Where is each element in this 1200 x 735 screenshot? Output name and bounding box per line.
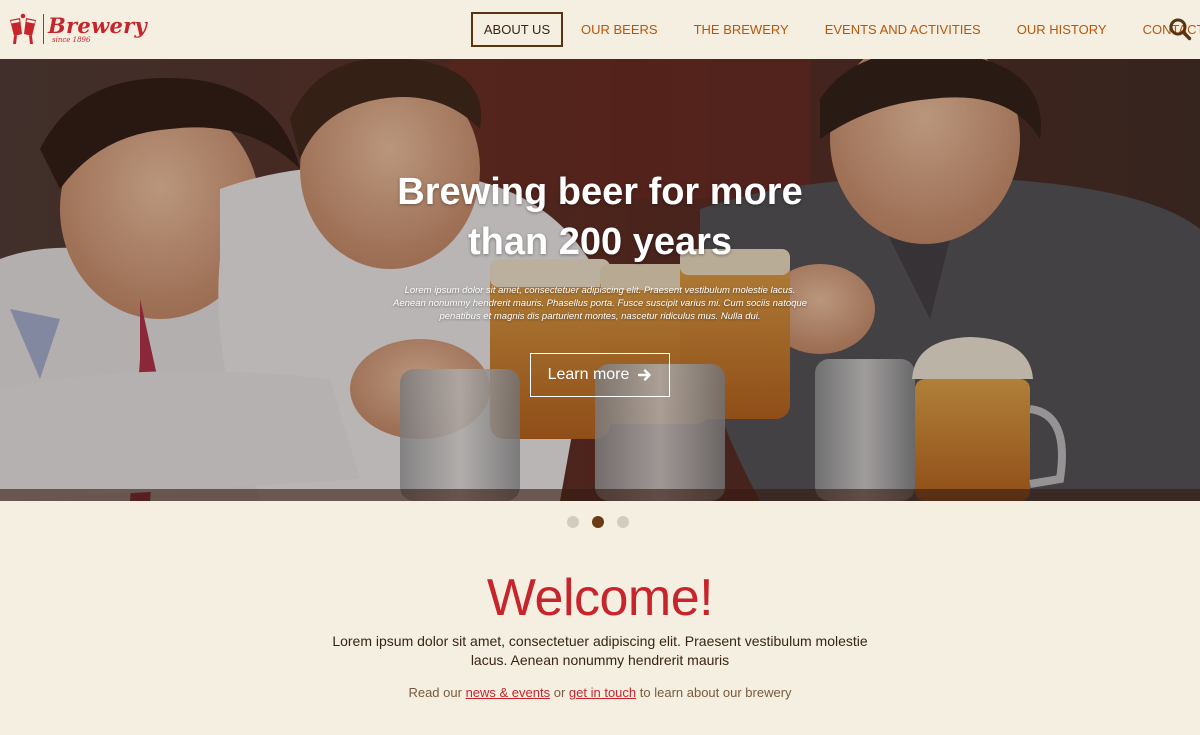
nav-item-our-history[interactable]: OUR HISTORY [999,12,1125,47]
hero-title: Brewing beer for more than 200 years [350,167,850,267]
slider-dot-3[interactable] [617,516,629,528]
hero-overlay [0,59,1200,501]
arrow-right-icon [638,369,652,381]
nav-item-the-brewery[interactable]: THE BREWERY [676,12,807,47]
hero-title-line-1: Brewing beer for more [397,171,803,213]
learn-more-button[interactable]: Learn more [530,353,670,397]
news-events-link[interactable]: news & events [466,685,551,700]
links-middle: or [553,685,566,700]
slider-dot-1[interactable] [567,516,579,528]
nav-item-our-beers[interactable]: OUR BEERS [563,12,676,47]
brand-logo[interactable]: Brewery since 1896 [8,10,158,48]
hero-title-line-2: than 200 years [467,221,733,263]
logo-divider [43,14,44,44]
learn-more-label: Learn more [547,366,630,383]
nav-item-about-us[interactable]: ABOUT US [471,12,563,47]
nav-item-events-and-activities[interactable]: EVENTS AND ACTIVITIES [807,12,999,47]
links-prefix: Read our [408,685,462,700]
brand-name: Brewery [48,12,147,38]
slider-dot-2[interactable] [592,516,604,528]
main-nav: ABOUT US OUR BEERS THE BREWERY EVENTS AN… [471,12,1200,47]
hero-slider: Brewing beer for more than 200 years Lor… [0,59,1200,501]
brewery-logo-icon [10,13,36,44]
links-suffix: to learn about our brewery [639,685,792,700]
welcome-text: Lorem ipsum dolor sit amet, consectetuer… [332,633,868,668]
logo-text: Brewery since 1896 [48,15,147,44]
hero-description: Lorem ipsum dolor sit amet, consectetuer… [393,285,807,322]
slider-pagination [567,516,629,528]
welcome-links: Read our news & events or get in touch t… [0,685,1200,700]
site-header: Brewery since 1896 ABOUT US OUR BEERS TH… [0,0,1200,59]
brand-since: since 1896 [52,35,91,44]
search-icon[interactable] [1168,17,1192,41]
get-in-touch-link[interactable]: get in touch [569,685,636,700]
welcome-title: Welcome! [486,569,714,627]
